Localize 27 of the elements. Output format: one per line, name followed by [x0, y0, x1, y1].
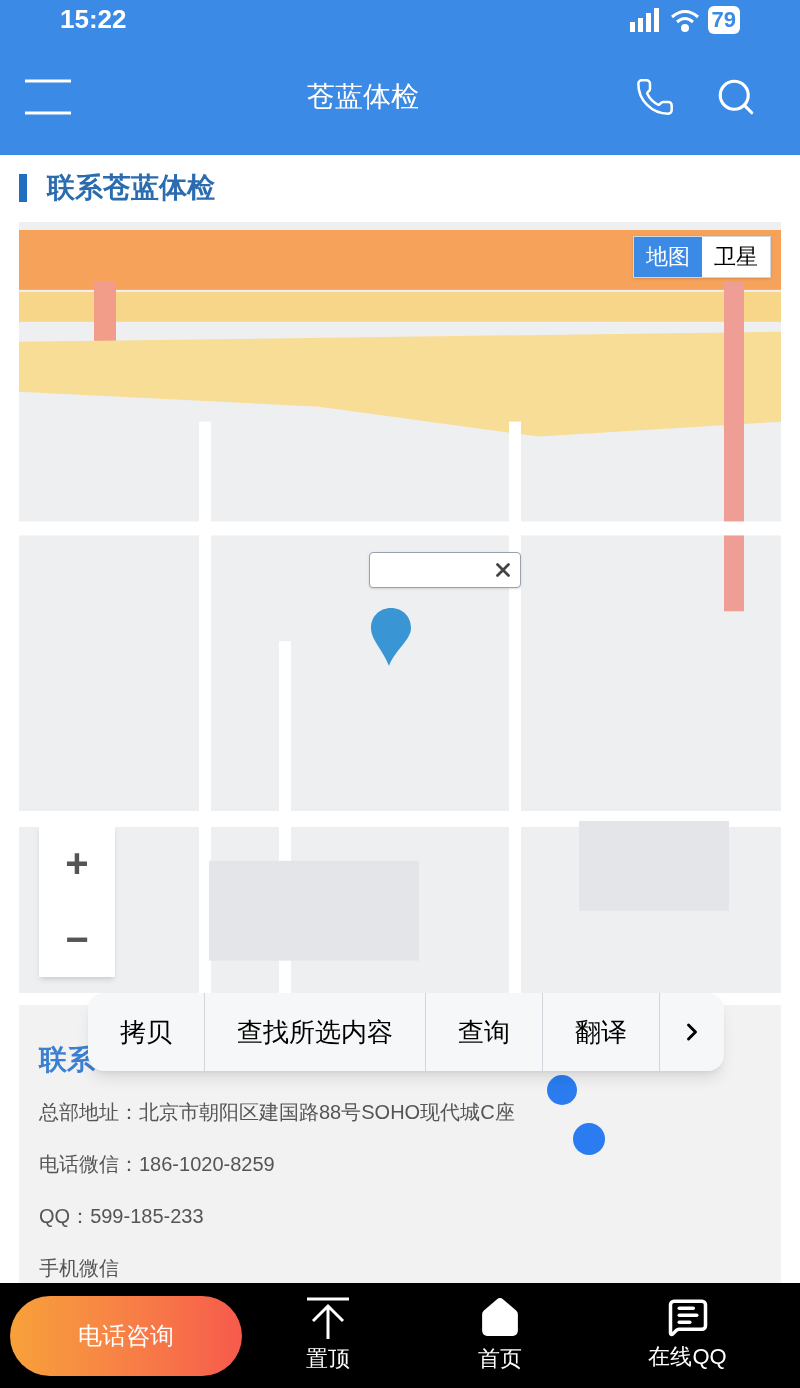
- nav-item[interactable]: 在线QQ: [648, 1296, 727, 1376]
- phone-icon[interactable]: [635, 77, 675, 118]
- battery-level: 79: [707, 5, 740, 34]
- contact-line: 电话微信：186-1020-8259: [39, 1152, 276, 1178]
- nav-item[interactable]: 首页: [477, 1296, 522, 1376]
- zoom-in-button[interactable]: +: [39, 824, 115, 901]
- header-title: 苍蓝体检: [307, 80, 419, 115]
- section-marker: [19, 174, 27, 203]
- selection-handle-icon: [573, 1123, 605, 1156]
- status-time: 15:22: [60, 3, 127, 37]
- contact-line: QQ：599-185-233: [39, 1204, 205, 1230]
- context-menu-item[interactable]: 翻译: [543, 993, 660, 1072]
- arrow-up-icon: [305, 1296, 352, 1341]
- selection-handle-icon: [547, 1075, 577, 1106]
- map-pin-icon: [369, 605, 413, 668]
- map-type-tab[interactable]: 卫星: [702, 236, 770, 277]
- section-title: 联系苍蓝体检: [47, 171, 215, 206]
- signal-icon: [629, 7, 662, 32]
- map-type-tab[interactable]: 地图: [634, 236, 702, 277]
- nav-item[interactable]: 置顶: [305, 1296, 352, 1376]
- menu-icon[interactable]: [25, 79, 71, 116]
- context-menu-item[interactable]: 查找所选内容: [205, 993, 426, 1072]
- contact-line: 手机微信: [39, 1256, 120, 1282]
- zoom-out-button[interactable]: −: [39, 900, 115, 977]
- contact-line: 总部地址：北京市朝阳区建国路88号SOHO现代城C座: [39, 1100, 516, 1126]
- context-menu-item[interactable]: 查询: [426, 993, 543, 1072]
- wifi-icon: [669, 7, 700, 32]
